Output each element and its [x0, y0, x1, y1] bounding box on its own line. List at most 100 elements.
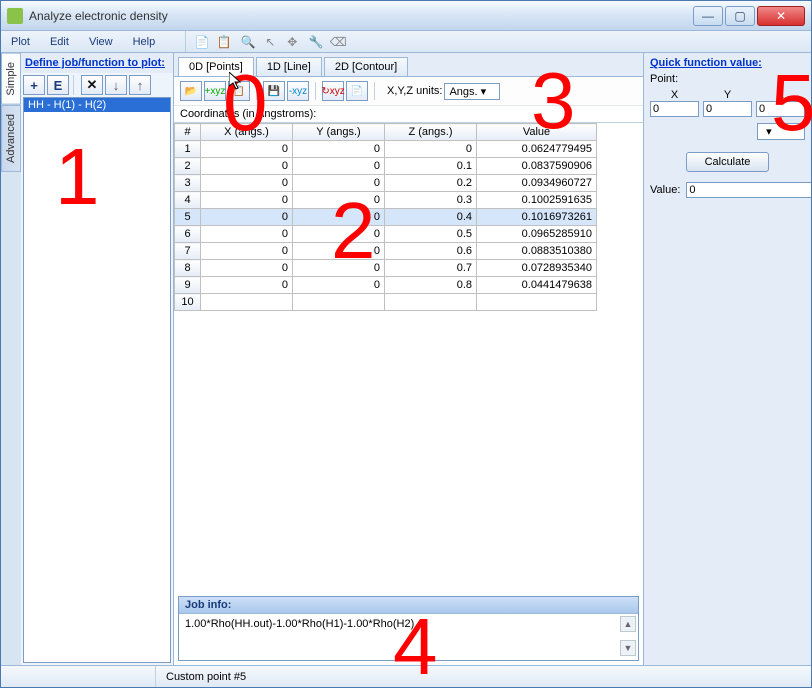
data-cell[interactable]: 0 [293, 175, 385, 192]
data-cell[interactable] [201, 294, 293, 311]
data-cell[interactable]: 0 [201, 192, 293, 209]
row-number-cell[interactable]: 8 [175, 260, 201, 277]
maximize-button[interactable]: ▢ [725, 6, 755, 26]
new-doc-icon[interactable]: 📄 [192, 33, 212, 51]
data-cell[interactable]: 0.8 [385, 277, 477, 294]
data-cell[interactable]: 0.0883510380 [477, 243, 597, 260]
data-cell[interactable]: 0 [293, 209, 385, 226]
data-cell[interactable]: 0.7 [385, 260, 477, 277]
save-icon[interactable]: 💾 [263, 81, 285, 101]
data-cell[interactable]: 0.1016973261 [477, 209, 597, 226]
col-y[interactable]: Y (angs.) [293, 124, 385, 141]
add-job-button[interactable]: + [23, 75, 45, 95]
data-cell[interactable]: 0.0837590906 [477, 158, 597, 175]
data-cell[interactable]: 0.0965285910 [477, 226, 597, 243]
table-row[interactable]: 10000.0624779495 [175, 141, 597, 158]
tab-points[interactable]: 0D [Points] [178, 57, 254, 76]
table-row[interactable]: 9000.80.0441479638 [175, 277, 597, 294]
tab-contour[interactable]: 2D [Contour] [324, 57, 408, 76]
add-xyz-icon[interactable]: +xyz [204, 81, 226, 101]
data-cell[interactable]: 0.4 [385, 209, 477, 226]
zoom-icon[interactable]: 🔍 [238, 33, 258, 51]
data-cell[interactable]: 0 [201, 209, 293, 226]
scroll-up-button[interactable]: ▲ [620, 616, 636, 632]
quick-value-title[interactable]: Quick function value: [650, 57, 805, 69]
move-down-button[interactable]: ↓ [105, 75, 127, 95]
row-number-cell[interactable]: 1 [175, 141, 201, 158]
row-number-cell[interactable]: 3 [175, 175, 201, 192]
calculate-button[interactable]: Calculate [686, 152, 770, 172]
row-number-cell[interactable]: 10 [175, 294, 201, 311]
side-tab-advanced[interactable]: Advanced [1, 105, 21, 172]
open-folder-icon[interactable]: 📂 [180, 81, 202, 101]
data-cell[interactable]: 0 [293, 158, 385, 175]
row-number-cell[interactable]: 2 [175, 158, 201, 175]
row-number-cell[interactable]: 5 [175, 209, 201, 226]
remove-xyz-icon[interactable]: -xyz [287, 81, 309, 101]
row-number-cell[interactable]: 4 [175, 192, 201, 209]
scroll-down-button[interactable]: ▼ [620, 640, 636, 656]
data-cell[interactable] [477, 294, 597, 311]
data-cell[interactable]: 0.0624779495 [477, 141, 597, 158]
data-cell[interactable]: 0.0728935340 [477, 260, 597, 277]
data-cell[interactable]: 0 [293, 243, 385, 260]
side-tab-simple[interactable]: Simple [1, 53, 21, 105]
menu-plot[interactable]: Plot [1, 33, 40, 51]
minimize-button[interactable]: — [693, 6, 723, 26]
data-cell[interactable] [293, 294, 385, 311]
menu-view[interactable]: View [79, 33, 123, 51]
data-cell[interactable]: 0.3 [385, 192, 477, 209]
data-cell[interactable]: 0 [293, 192, 385, 209]
table-row[interactable]: 10 [175, 294, 597, 311]
data-cell[interactable]: 0.2 [385, 175, 477, 192]
row-number-cell[interactable]: 7 [175, 243, 201, 260]
copy-data-icon[interactable]: 📄 [346, 81, 368, 101]
data-cell[interactable]: 0.6 [385, 243, 477, 260]
data-cell[interactable] [385, 294, 477, 311]
data-cell[interactable]: 0.1002591635 [477, 192, 597, 209]
value-input[interactable] [686, 182, 811, 198]
col-num[interactable]: # [175, 124, 201, 141]
data-cell[interactable]: 0.0934960727 [477, 175, 597, 192]
data-cell[interactable]: 0 [293, 226, 385, 243]
delete-job-button[interactable]: ✕ [81, 75, 103, 95]
table-row[interactable]: 8000.70.0728935340 [175, 260, 597, 277]
data-cell[interactable]: 0 [201, 158, 293, 175]
data-cell[interactable]: 0 [293, 277, 385, 294]
tab-line[interactable]: 1D [Line] [256, 57, 322, 76]
menu-edit[interactable]: Edit [40, 33, 79, 51]
point-unit-select[interactable]: ▾ [757, 123, 805, 140]
col-value[interactable]: Value [477, 124, 597, 141]
row-number-cell[interactable]: 9 [175, 277, 201, 294]
close-button[interactable]: ✕ [757, 6, 805, 26]
data-cell[interactable]: 0 [201, 226, 293, 243]
erase-icon[interactable]: ⌫ [328, 33, 348, 51]
job-item-selected[interactable]: HH - H(1) - H(2) [24, 98, 170, 112]
table-row[interactable]: 5000.40.1016973261 [175, 209, 597, 226]
table-row[interactable]: 3000.20.0934960727 [175, 175, 597, 192]
data-cell[interactable]: 0 [201, 260, 293, 277]
data-cell[interactable]: 0.1 [385, 158, 477, 175]
recalc-icon[interactable]: ↻xyz [322, 81, 344, 101]
paste-icon[interactable]: 📋 [228, 81, 250, 101]
data-cell[interactable]: 0 [385, 141, 477, 158]
units-select[interactable]: Angs. ▾ [444, 83, 500, 100]
data-cell[interactable]: 0 [201, 175, 293, 192]
data-cell[interactable]: 0 [201, 243, 293, 260]
data-cell[interactable]: 0.0441479638 [477, 277, 597, 294]
data-cell[interactable]: 0 [293, 141, 385, 158]
coords-table-wrap[interactable]: # X (angs.) Y (angs.) Z (angs.) Value 10… [174, 122, 643, 592]
job-list[interactable]: HH - H(1) - H(2) [23, 97, 171, 663]
x-input[interactable] [650, 101, 699, 117]
data-cell[interactable]: 0 [293, 260, 385, 277]
y-input[interactable] [703, 101, 752, 117]
table-row[interactable]: 4000.30.1002591635 [175, 192, 597, 209]
define-job-label[interactable]: Define job/function to plot: [21, 53, 173, 73]
table-row[interactable]: 6000.50.0965285910 [175, 226, 597, 243]
table-row[interactable]: 2000.10.0837590906 [175, 158, 597, 175]
data-cell[interactable]: 0.5 [385, 226, 477, 243]
pan-icon[interactable]: ✥ [282, 33, 302, 51]
edit-job-button[interactable]: E [47, 75, 69, 95]
copy-icon[interactable]: 📋 [214, 33, 234, 51]
wrench-icon[interactable]: 🔧 [306, 33, 326, 51]
